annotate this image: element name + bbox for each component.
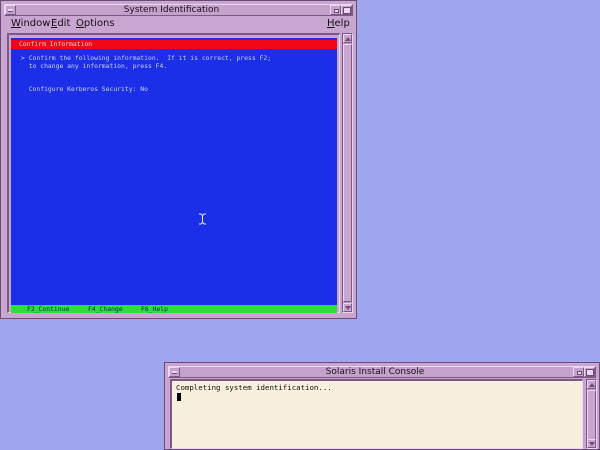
console-title: Solaris Install Console [325, 367, 425, 377]
scroll-thumb[interactable] [343, 44, 352, 302]
menu-window-mnemonic: W [11, 18, 21, 29]
function-key-bar: F2_Continue F4_Change F6_Help [11, 305, 337, 313]
menu-options-label: ptions [83, 18, 115, 29]
console-scroll-thumb[interactable] [587, 390, 596, 440]
console-scroll-down-arrow-icon[interactable] [587, 439, 596, 448]
window-titlebar[interactable]: System Identification [4, 4, 353, 16]
f6-help-key[interactable]: F6_Help [141, 305, 168, 313]
scroll-up-arrow-icon[interactable] [343, 34, 352, 43]
console-minimize-button[interactable] [573, 367, 584, 377]
terminal-screen[interactable]: Confirm Information > Confirm the follow… [11, 38, 337, 313]
minimize-button[interactable] [330, 5, 341, 15]
system-identification-window: System Identification Window Edit Option… [0, 0, 357, 319]
instruction-line-1: > Confirm the following information. If … [21, 54, 272, 62]
menu-edit-label: dit [57, 18, 71, 29]
block-cursor [177, 393, 181, 401]
console-vertical-scrollbar[interactable] [586, 379, 597, 449]
vertical-scrollbar[interactable] [342, 33, 353, 313]
menu-help[interactable]: Help [327, 16, 350, 31]
window-title: System Identification [123, 5, 220, 15]
console-output-area[interactable]: Completing system identification... [170, 379, 583, 449]
menu-options[interactable]: Options [76, 16, 115, 31]
text-cursor-icon [199, 213, 206, 225]
terminal-frame: Confirm Information > Confirm the follow… [7, 33, 340, 313]
f4-change-key[interactable]: F4_Change [88, 305, 123, 313]
screen-header: Confirm Information [11, 40, 337, 49]
scroll-down-arrow-icon[interactable] [343, 303, 352, 312]
install-console-window: Solaris Install Console Completing syste… [164, 362, 600, 450]
console-titlebar[interactable]: Solaris Install Console [168, 366, 596, 378]
menubar: Window Edit Options Help [5, 16, 352, 31]
menu-window[interactable]: Window [11, 16, 50, 31]
menu-help-mnemonic: H [327, 18, 335, 29]
menu-options-mnemonic: O [76, 18, 84, 29]
menu-edit[interactable]: Edit [51, 16, 70, 31]
instruction-line-2: to change any information, press F4. [21, 62, 168, 70]
menu-window-label: indow [20, 18, 51, 29]
maximize-button[interactable] [341, 5, 352, 15]
f2-continue-key[interactable]: F2_Continue [27, 305, 69, 313]
console-output-text: Completing system identification... [176, 383, 332, 392]
console-window-menu-button[interactable] [169, 367, 180, 377]
menu-help-label: elp [334, 18, 350, 29]
console-scroll-up-arrow-icon[interactable] [587, 380, 596, 389]
kerberos-setting: Configure Kerberos Security: No [21, 85, 148, 93]
console-maximize-button[interactable] [584, 367, 595, 377]
window-menu-button[interactable] [5, 5, 16, 15]
